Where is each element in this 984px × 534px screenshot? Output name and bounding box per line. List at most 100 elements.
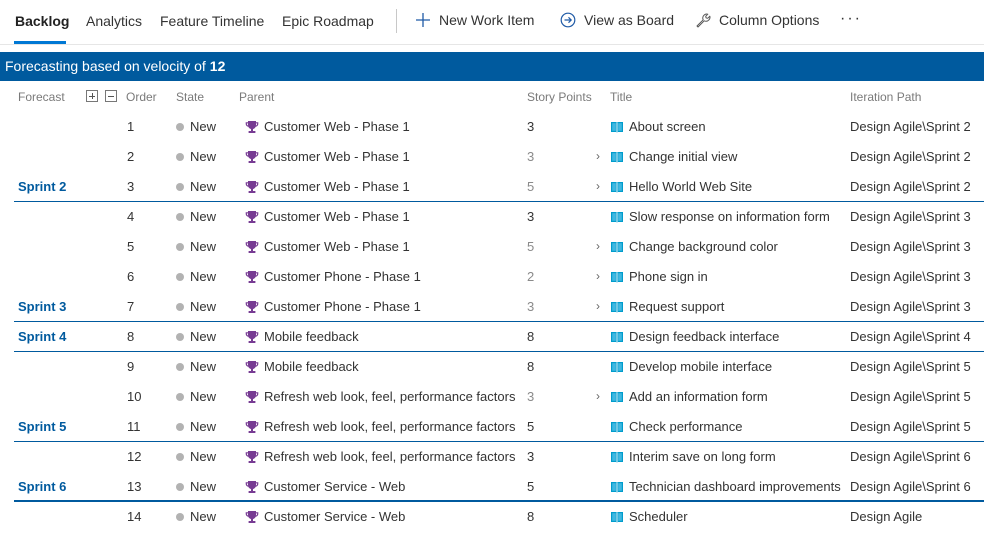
column-header-title[interactable]: Title [610, 90, 632, 104]
backlog-row[interactable]: 10 New Refresh web look, feel, performan… [0, 382, 984, 412]
parent-cell[interactable]: Refresh web look, feel, performance fact… [245, 419, 515, 434]
expand-all-icon[interactable] [86, 90, 98, 102]
epic-trophy-icon [245, 150, 259, 163]
state-label: New [190, 299, 217, 314]
title-cell[interactable]: Hello World Web Site [610, 179, 752, 194]
parent-cell[interactable]: Customer Web - Phase 1 [245, 209, 410, 224]
state-label: New [190, 209, 217, 224]
user-story-book-icon [611, 181, 623, 193]
backlog-row[interactable]: 6 New Customer Phone - Phase 1 2 › Phone… [0, 262, 984, 292]
state-label: New [190, 119, 217, 134]
parent-cell[interactable]: Customer Phone - Phase 1 [245, 269, 421, 284]
user-story-book-icon [611, 361, 623, 373]
state-new-dot-icon [176, 182, 184, 191]
backlog-row[interactable]: 5 New Customer Web - Phase 1 5 › Change … [0, 232, 984, 262]
view-as-board-button[interactable]: View as Board [560, 12, 674, 28]
backlog-row[interactable]: Sprint 4 8 New Mobile feedback 8 Design … [0, 322, 984, 352]
expand-row-chevron-icon[interactable]: › [596, 269, 600, 283]
parent-cell[interactable]: Customer Service - Web [245, 509, 405, 524]
parent-cell[interactable]: Mobile feedback [245, 329, 359, 344]
expand-row-chevron-icon[interactable]: › [596, 239, 600, 253]
backlog-row[interactable]: Sprint 5 11 New Refresh web look, feel, … [0, 412, 984, 442]
title-cell[interactable]: Check performance [610, 419, 742, 434]
backlog-row[interactable]: 12 New Refresh web look, feel, performan… [0, 442, 984, 472]
backlog-row[interactable]: Sprint 6 13 New Customer Service - Web 5… [0, 472, 984, 502]
epic-trophy-icon [245, 330, 259, 343]
tab-feature-timeline[interactable]: Feature Timeline [160, 13, 264, 29]
state-label: New [190, 479, 217, 494]
order-number: 8 [127, 329, 135, 344]
epic-trophy-icon [245, 390, 259, 403]
title-link: Scheduler [629, 509, 688, 524]
state-label: New [190, 419, 217, 434]
column-header-iteration-path[interactable]: Iteration Path [850, 90, 921, 104]
state-new-dot-icon [176, 422, 184, 431]
state-new-dot-icon [176, 152, 184, 161]
title-cell[interactable]: Change background color [610, 239, 778, 254]
backlog-row[interactable]: Sprint 3 7 New Customer Phone - Phase 1 … [0, 292, 984, 322]
parent-link: Customer Web - Phase 1 [264, 209, 410, 224]
backlog-row[interactable]: 14 New Customer Service - Web 8 Schedule… [0, 502, 984, 532]
new-work-item-button[interactable]: New Work Item [415, 12, 534, 28]
story-points-value: 3 [527, 299, 535, 314]
forecast-banner-text: Forecasting based on velocity of [5, 58, 206, 74]
parent-cell[interactable]: Refresh web look, feel, performance fact… [245, 449, 515, 464]
backlog-row[interactable]: Sprint 2 3 New Customer Web - Phase 1 5 … [0, 172, 984, 202]
title-cell[interactable]: Request support [610, 299, 724, 314]
title-link: Change initial view [629, 149, 738, 164]
backlog-row[interactable]: 1 New Customer Web - Phase 1 3 About scr… [0, 112, 984, 142]
order-number: 7 [127, 299, 135, 314]
title-cell[interactable]: Interim save on long form [610, 449, 776, 464]
parent-link: Customer Service - Web [264, 479, 406, 494]
parent-cell[interactable]: Mobile feedback [245, 359, 359, 374]
column-options-button[interactable]: Column Options [695, 12, 819, 28]
title-cell[interactable]: Slow response on information form [610, 209, 830, 224]
title-cell[interactable]: Scheduler [610, 509, 688, 524]
state-cell: New [176, 209, 216, 224]
column-header-story-points[interactable]: Story Points [527, 90, 592, 104]
title-link: Add an information form [629, 389, 768, 404]
state-cell: New [176, 389, 216, 404]
parent-cell[interactable]: Customer Web - Phase 1 [245, 239, 410, 254]
expand-row-chevron-icon[interactable]: › [596, 299, 600, 313]
tab-analytics[interactable]: Analytics [86, 13, 142, 29]
state-cell: New [176, 149, 216, 164]
tab-backlog[interactable]: Backlog [15, 13, 69, 29]
backlog-row[interactable]: 9 New Mobile feedback 8 Develop mobile i… [0, 352, 984, 382]
parent-link: Customer Web - Phase 1 [264, 239, 410, 254]
iteration-path-value: Design Agile\Sprint 5 [850, 389, 971, 404]
column-header-forecast[interactable]: Forecast [18, 90, 65, 104]
expand-row-chevron-icon[interactable]: › [596, 389, 600, 403]
parent-cell[interactable]: Refresh web look, feel, performance fact… [245, 389, 515, 404]
parent-cell[interactable]: Customer Web - Phase 1 [245, 179, 410, 194]
parent-link: Refresh web look, feel, performance fact… [264, 449, 516, 464]
backlog-row[interactable]: 2 New Customer Web - Phase 1 3 › Change … [0, 142, 984, 172]
column-header-state[interactable]: State [176, 90, 204, 104]
tab-epic-roadmap[interactable]: Epic Roadmap [282, 13, 374, 29]
parent-cell[interactable]: Customer Web - Phase 1 [245, 149, 410, 164]
title-cell[interactable]: About screen [610, 119, 706, 134]
backlog-row[interactable]: 4 New Customer Web - Phase 1 3 Slow resp… [0, 202, 984, 232]
title-cell[interactable]: Develop mobile interface [610, 359, 772, 374]
title-cell[interactable]: Technician dashboard improvements [610, 479, 841, 494]
state-cell: New [176, 419, 216, 434]
expand-row-chevron-icon[interactable]: › [596, 149, 600, 163]
user-story-book-icon [611, 511, 623, 523]
parent-cell[interactable]: Customer Phone - Phase 1 [245, 299, 421, 314]
title-cell[interactable]: Phone sign in [610, 269, 708, 284]
parent-link: Customer Web - Phase 1 [264, 179, 410, 194]
parent-cell[interactable]: Customer Service - Web [245, 479, 405, 494]
more-options-button[interactable]: ··· [840, 10, 862, 28]
state-cell: New [176, 329, 216, 344]
expand-row-chevron-icon[interactable]: › [596, 179, 600, 193]
forecast-sprint-label: Sprint 5 [18, 419, 67, 434]
title-cell[interactable]: Add an information form [610, 389, 768, 404]
collapse-all-icon[interactable] [105, 90, 117, 102]
parent-link: Customer Service - Web [264, 509, 406, 524]
column-header-parent[interactable]: Parent [239, 90, 274, 104]
iteration-path-value: Design Agile\Sprint 2 [850, 119, 971, 134]
title-cell[interactable]: Change initial view [610, 149, 737, 164]
title-cell[interactable]: Design feedback interface [610, 329, 779, 344]
column-header-order[interactable]: Order [126, 90, 157, 104]
parent-cell[interactable]: Customer Web - Phase 1 [245, 119, 410, 134]
